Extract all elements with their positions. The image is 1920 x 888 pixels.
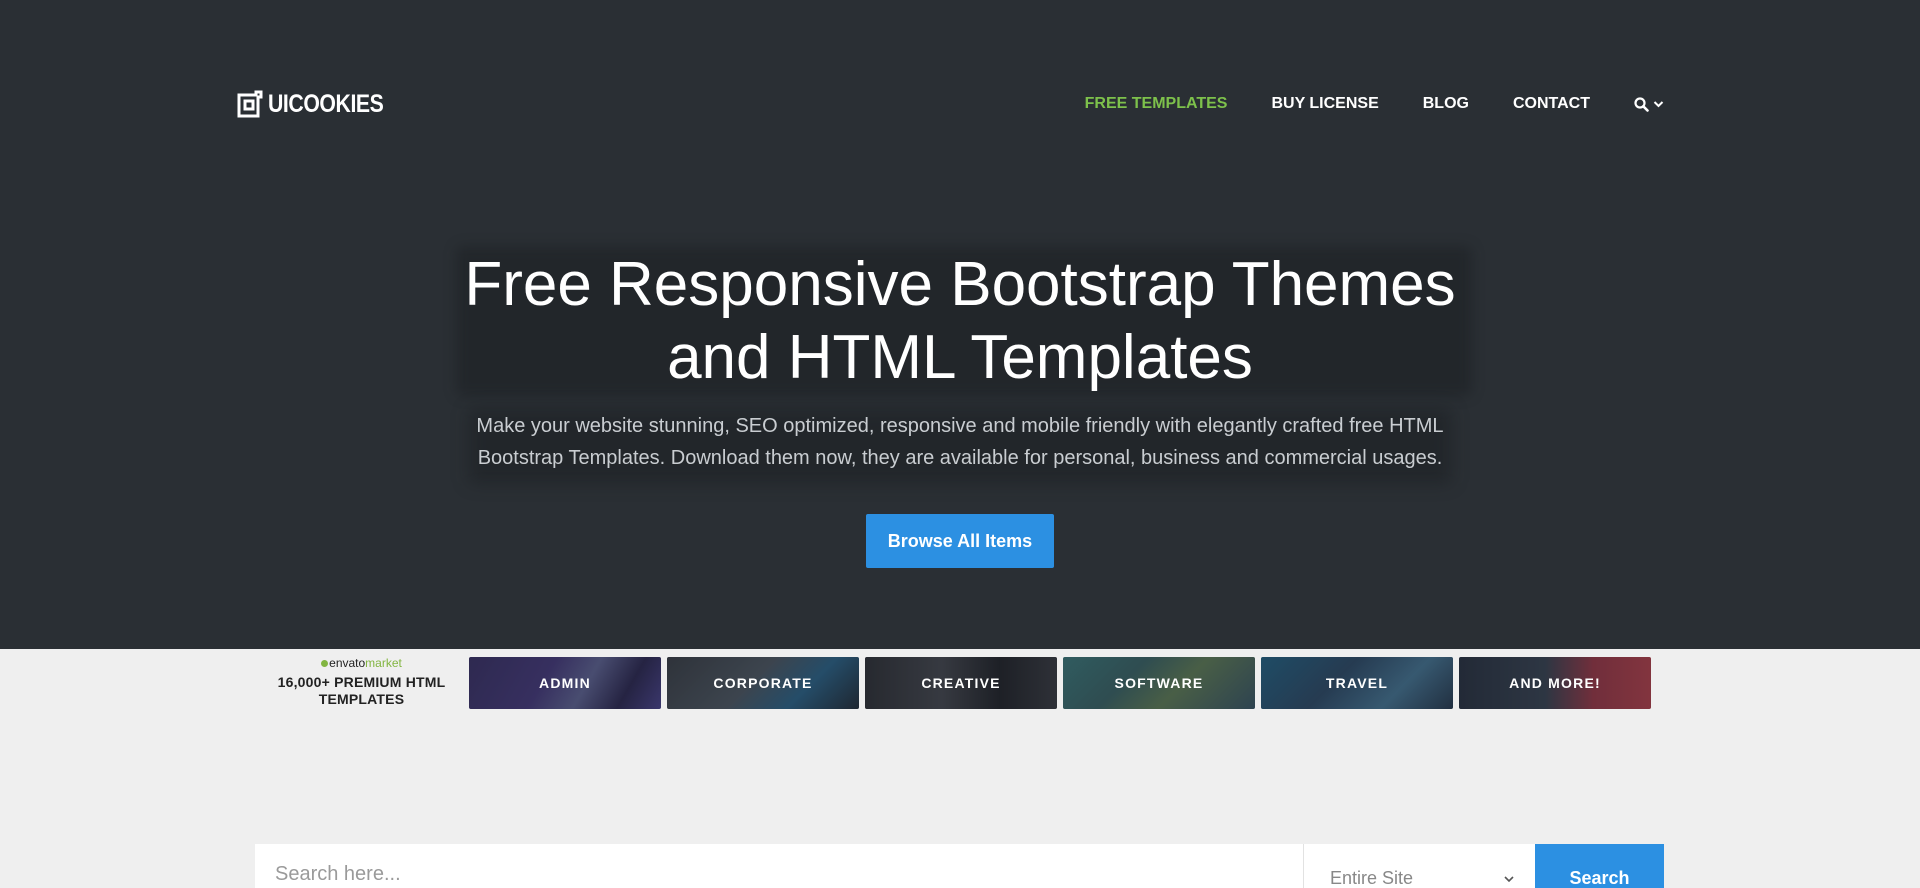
search-scope-select[interactable]: Entire Site (1303, 844, 1535, 888)
browse-all-button[interactable]: Browse All Items (866, 514, 1054, 568)
tile-label: CREATIVE (921, 675, 1001, 691)
search-button[interactable]: Search (1535, 844, 1664, 888)
tile-corporate[interactable]: CORPORATE (667, 657, 859, 709)
hero-title-line-1: Free Responsive Bootstrap Themes (464, 250, 1456, 319)
chevron-down-icon (1504, 876, 1514, 883)
logo-text: UICOOKIES (268, 90, 384, 118)
search-input[interactable] (255, 844, 1303, 888)
nav-item-contact[interactable]: CONTACT (1513, 94, 1590, 114)
promo-title: 16,000+ PREMIUM HTML TEMPLATES (255, 674, 468, 708)
site-search-bar: Entire Site Search (255, 844, 1664, 888)
search-icon (1634, 96, 1649, 112)
envato-market-logo: envato market (255, 656, 468, 670)
tile-label: SOFTWARE (1114, 675, 1204, 691)
tile-software[interactable]: SOFTWARE (1063, 657, 1255, 709)
nav-item-buy-license[interactable]: BUY LICENSE (1271, 94, 1378, 114)
envato-logo-prefix: envato (329, 656, 366, 670)
tile-label: AND MORE! (1509, 675, 1601, 691)
tile-label: ADMIN (539, 675, 591, 691)
envato-leaf-icon (321, 659, 329, 667)
hero-title: Free Responsive Bootstrap Themes and HTM… (0, 248, 1920, 394)
promo-title-line-2: TEMPLATES (318, 691, 405, 707)
nav-search-toggle[interactable] (1634, 96, 1664, 112)
hero-subtitle-line-1: Make your website stunning, SEO optimize… (476, 415, 1444, 437)
main-nav: FREE TEMPLATES BUY LICENSE BLOG CONTACT (1041, 94, 1664, 114)
tile-admin[interactable]: ADMIN (469, 657, 661, 709)
site-logo[interactable]: UICOOKIES (236, 89, 404, 119)
hero-title-line-2: and HTML Templates (667, 323, 1253, 392)
tile-and-more[interactable]: AND MORE! (1459, 657, 1651, 709)
hero-section: UICOOKIES FREE TEMPLATES BUY LICENSE BLO… (0, 0, 1920, 649)
logo-mark-icon (236, 89, 264, 119)
chevron-down-icon (1653, 101, 1664, 108)
search-scope-value: Entire Site (1330, 868, 1414, 888)
tile-travel[interactable]: TRAVEL (1261, 657, 1453, 709)
envato-logo-suffix: market (365, 656, 402, 670)
tile-label: CORPORATE (713, 675, 813, 691)
nav-item-free-templates[interactable]: FREE TEMPLATES (1085, 94, 1228, 114)
nav-item-blog[interactable]: BLOG (1423, 94, 1469, 114)
tile-creative[interactable]: CREATIVE (865, 657, 1057, 709)
promo-title-line-1: 16,000+ PREMIUM HTML (277, 674, 446, 690)
hero-subtitle-line-2: Bootstrap Templates. Download them now, … (477, 447, 1443, 469)
envato-brand: envato market 16,000+ PREMIUM HTML TEMPLA… (255, 655, 468, 711)
category-tiles: ADMIN CORPORATE CREATIVE SOFTWARE TRAVEL… (469, 657, 1651, 709)
tile-label: TRAVEL (1325, 675, 1389, 691)
envato-promo-banner[interactable]: envato market 16,000+ PREMIUM HTML TEMPLA… (255, 655, 1651, 711)
hero-subtitle: Make your website stunning, SEO optimize… (460, 410, 1460, 474)
